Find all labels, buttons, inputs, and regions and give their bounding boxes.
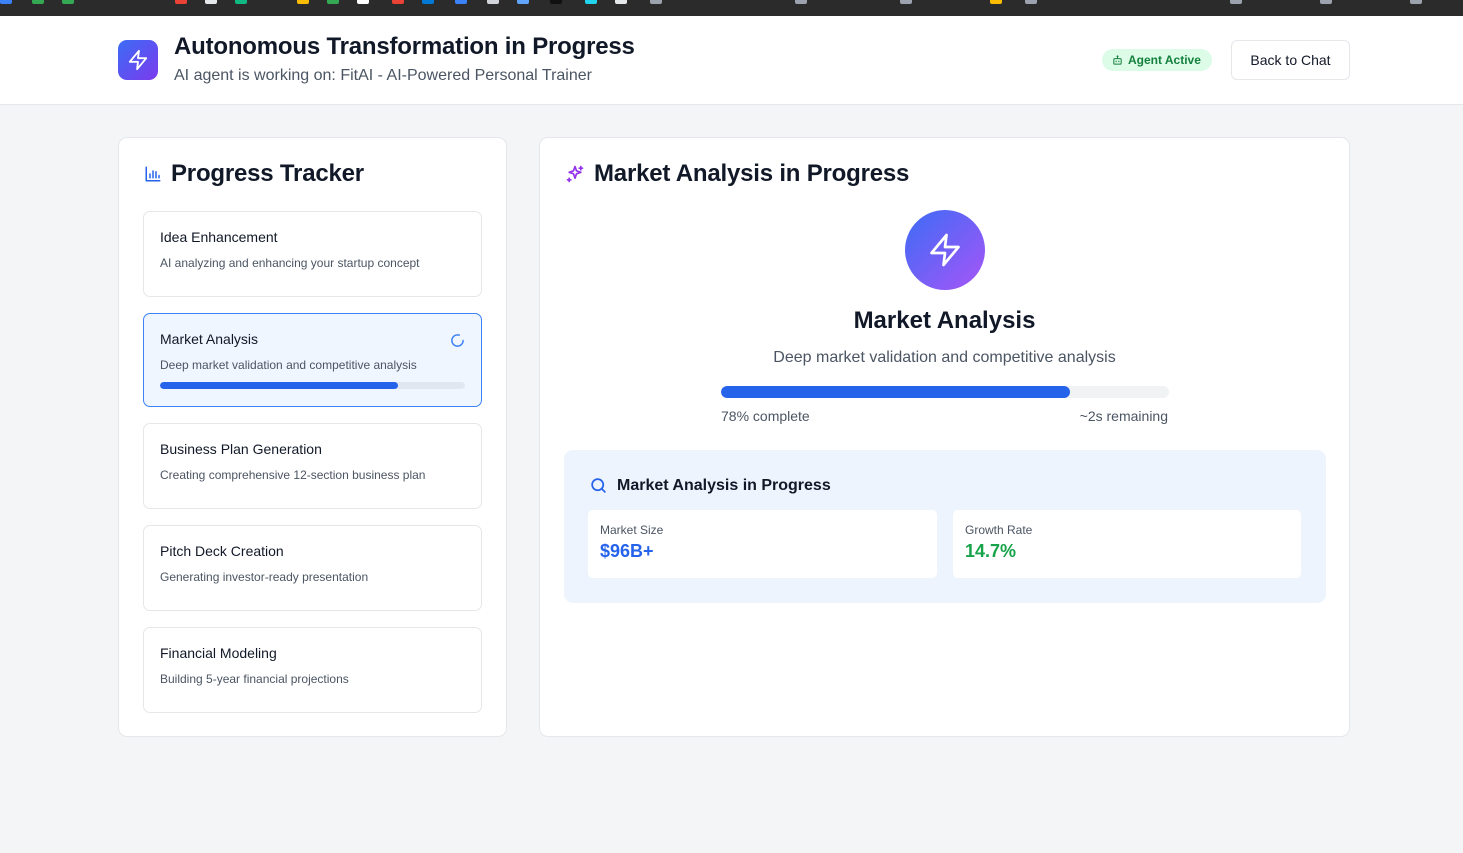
- phase-description: Deep market validation and competitive a…: [773, 349, 1116, 366]
- current-phase-card: Market Analysis in Progress Market Analy…: [539, 137, 1350, 737]
- bookmark-favicon[interactable]: [615, 0, 627, 4]
- bookmark-favicon[interactable]: [1025, 0, 1037, 4]
- step-card-business-plan[interactable]: Business Plan Generation Creating compre…: [143, 423, 482, 509]
- progress-tracker-card: Progress Tracker Idea Enhancement AI ana…: [118, 137, 507, 737]
- bookmark-favicon[interactable]: [517, 0, 529, 4]
- back-to-chat-button[interactable]: Back to Chat: [1231, 40, 1350, 80]
- bookmark-favicon[interactable]: [235, 0, 247, 4]
- robot-icon: [1113, 54, 1122, 65]
- step-description: AI analyzing and enhancing your startup …: [160, 256, 420, 270]
- bookmark-favicon[interactable]: [550, 0, 562, 4]
- bookmark-favicon[interactable]: [1230, 0, 1242, 4]
- bookmark-favicon[interactable]: [1410, 0, 1422, 4]
- bookmark-favicon[interactable]: [795, 0, 807, 4]
- step-title: Business Plan Generation: [160, 441, 322, 457]
- analysis-panel: Market Analysis in Progress Market Size …: [564, 450, 1326, 603]
- phase-title: Market Analysis: [853, 307, 1036, 334]
- page-header: Autonomous Transformation in Progress AI…: [0, 16, 1463, 105]
- step-description: Deep market validation and competitive a…: [160, 358, 417, 372]
- browser-bookmark-bar: [0, 0, 1463, 16]
- metric-label: Market Size: [600, 523, 664, 537]
- bookmark-favicon[interactable]: [205, 0, 217, 4]
- bookmark-favicon[interactable]: [297, 0, 309, 4]
- lightning-icon: [905, 210, 985, 290]
- analysis-title: Market Analysis in Progress: [617, 476, 831, 494]
- bookmark-favicon[interactable]: [357, 0, 369, 4]
- step-card-market-analysis[interactable]: Market Analysis Deep market validation a…: [143, 313, 482, 407]
- current-phase-heading: Market Analysis in Progress: [565, 160, 909, 188]
- page-title: Autonomous Transformation in Progress: [174, 33, 635, 60]
- step-title: Financial Modeling: [160, 645, 277, 661]
- bookmark-favicon[interactable]: [422, 0, 434, 4]
- progress-tracker-heading: Progress Tracker: [144, 160, 364, 188]
- bookmark-favicon[interactable]: [0, 0, 12, 4]
- metric-label: Growth Rate: [965, 523, 1033, 537]
- step-title: Market Analysis: [160, 331, 259, 347]
- step-description: Generating investor-ready presentation: [160, 570, 369, 584]
- step-description: Creating comprehensive 12-section busine…: [160, 468, 426, 482]
- bookmark-favicon[interactable]: [175, 0, 187, 4]
- current-phase-title: Market Analysis in Progress: [594, 160, 910, 187]
- step-progress-fill: [160, 382, 398, 389]
- step-title: Pitch Deck Creation: [160, 543, 284, 559]
- phase-progress-fill: [721, 386, 1071, 398]
- step-description: Building 5-year financial projections: [160, 672, 349, 686]
- phase-progress-bar: [721, 386, 1169, 398]
- step-card-idea-enhancement[interactable]: Idea Enhancement AI analyzing and enhanc…: [143, 211, 482, 297]
- sparkles-icon: [566, 165, 584, 183]
- bookmark-favicon[interactable]: [990, 0, 1002, 4]
- progress-tracker-title: Progress Tracker: [171, 160, 364, 187]
- metric-card-market-size: Market Size $96B+: [588, 510, 937, 578]
- bar-chart-icon: [145, 166, 161, 182]
- bookmark-favicon[interactable]: [900, 0, 912, 4]
- step-card-pitch-deck[interactable]: Pitch Deck Creation Generating investor-…: [143, 525, 482, 611]
- loading-spinner-icon: [451, 334, 464, 347]
- status-badge: Agent Active: [1102, 49, 1212, 71]
- bookmark-favicon[interactable]: [650, 0, 662, 4]
- step-title: Idea Enhancement: [160, 229, 278, 245]
- bookmark-favicon[interactable]: [487, 0, 499, 4]
- bookmark-favicon[interactable]: [392, 0, 404, 4]
- metric-value: $96B+: [600, 541, 654, 561]
- bookmark-favicon[interactable]: [32, 0, 44, 4]
- bookmark-favicon[interactable]: [327, 0, 339, 4]
- metric-value: 14.7%: [965, 541, 1017, 561]
- time-remaining-label: ~2s remaining: [1079, 408, 1168, 424]
- step-progress-bar: [160, 382, 465, 389]
- lightning-icon: [118, 40, 158, 80]
- analysis-heading: Market Analysis in Progress: [589, 476, 831, 495]
- bookmark-favicon[interactable]: [455, 0, 467, 4]
- step-card-financial-modeling[interactable]: Financial Modeling Building 5-year finan…: [143, 627, 482, 713]
- bookmark-favicon[interactable]: [1320, 0, 1332, 4]
- bookmark-favicon[interactable]: [62, 0, 74, 4]
- search-icon: [591, 478, 606, 493]
- progress-percent-label: 78% complete: [721, 408, 810, 424]
- status-badge-label: Agent Active: [1128, 53, 1201, 67]
- bookmark-favicon[interactable]: [585, 0, 597, 4]
- page-subtitle: AI agent is working on: FitAI - AI-Power…: [174, 67, 592, 84]
- metric-card-growth-rate: Growth Rate 14.7%: [953, 510, 1301, 578]
